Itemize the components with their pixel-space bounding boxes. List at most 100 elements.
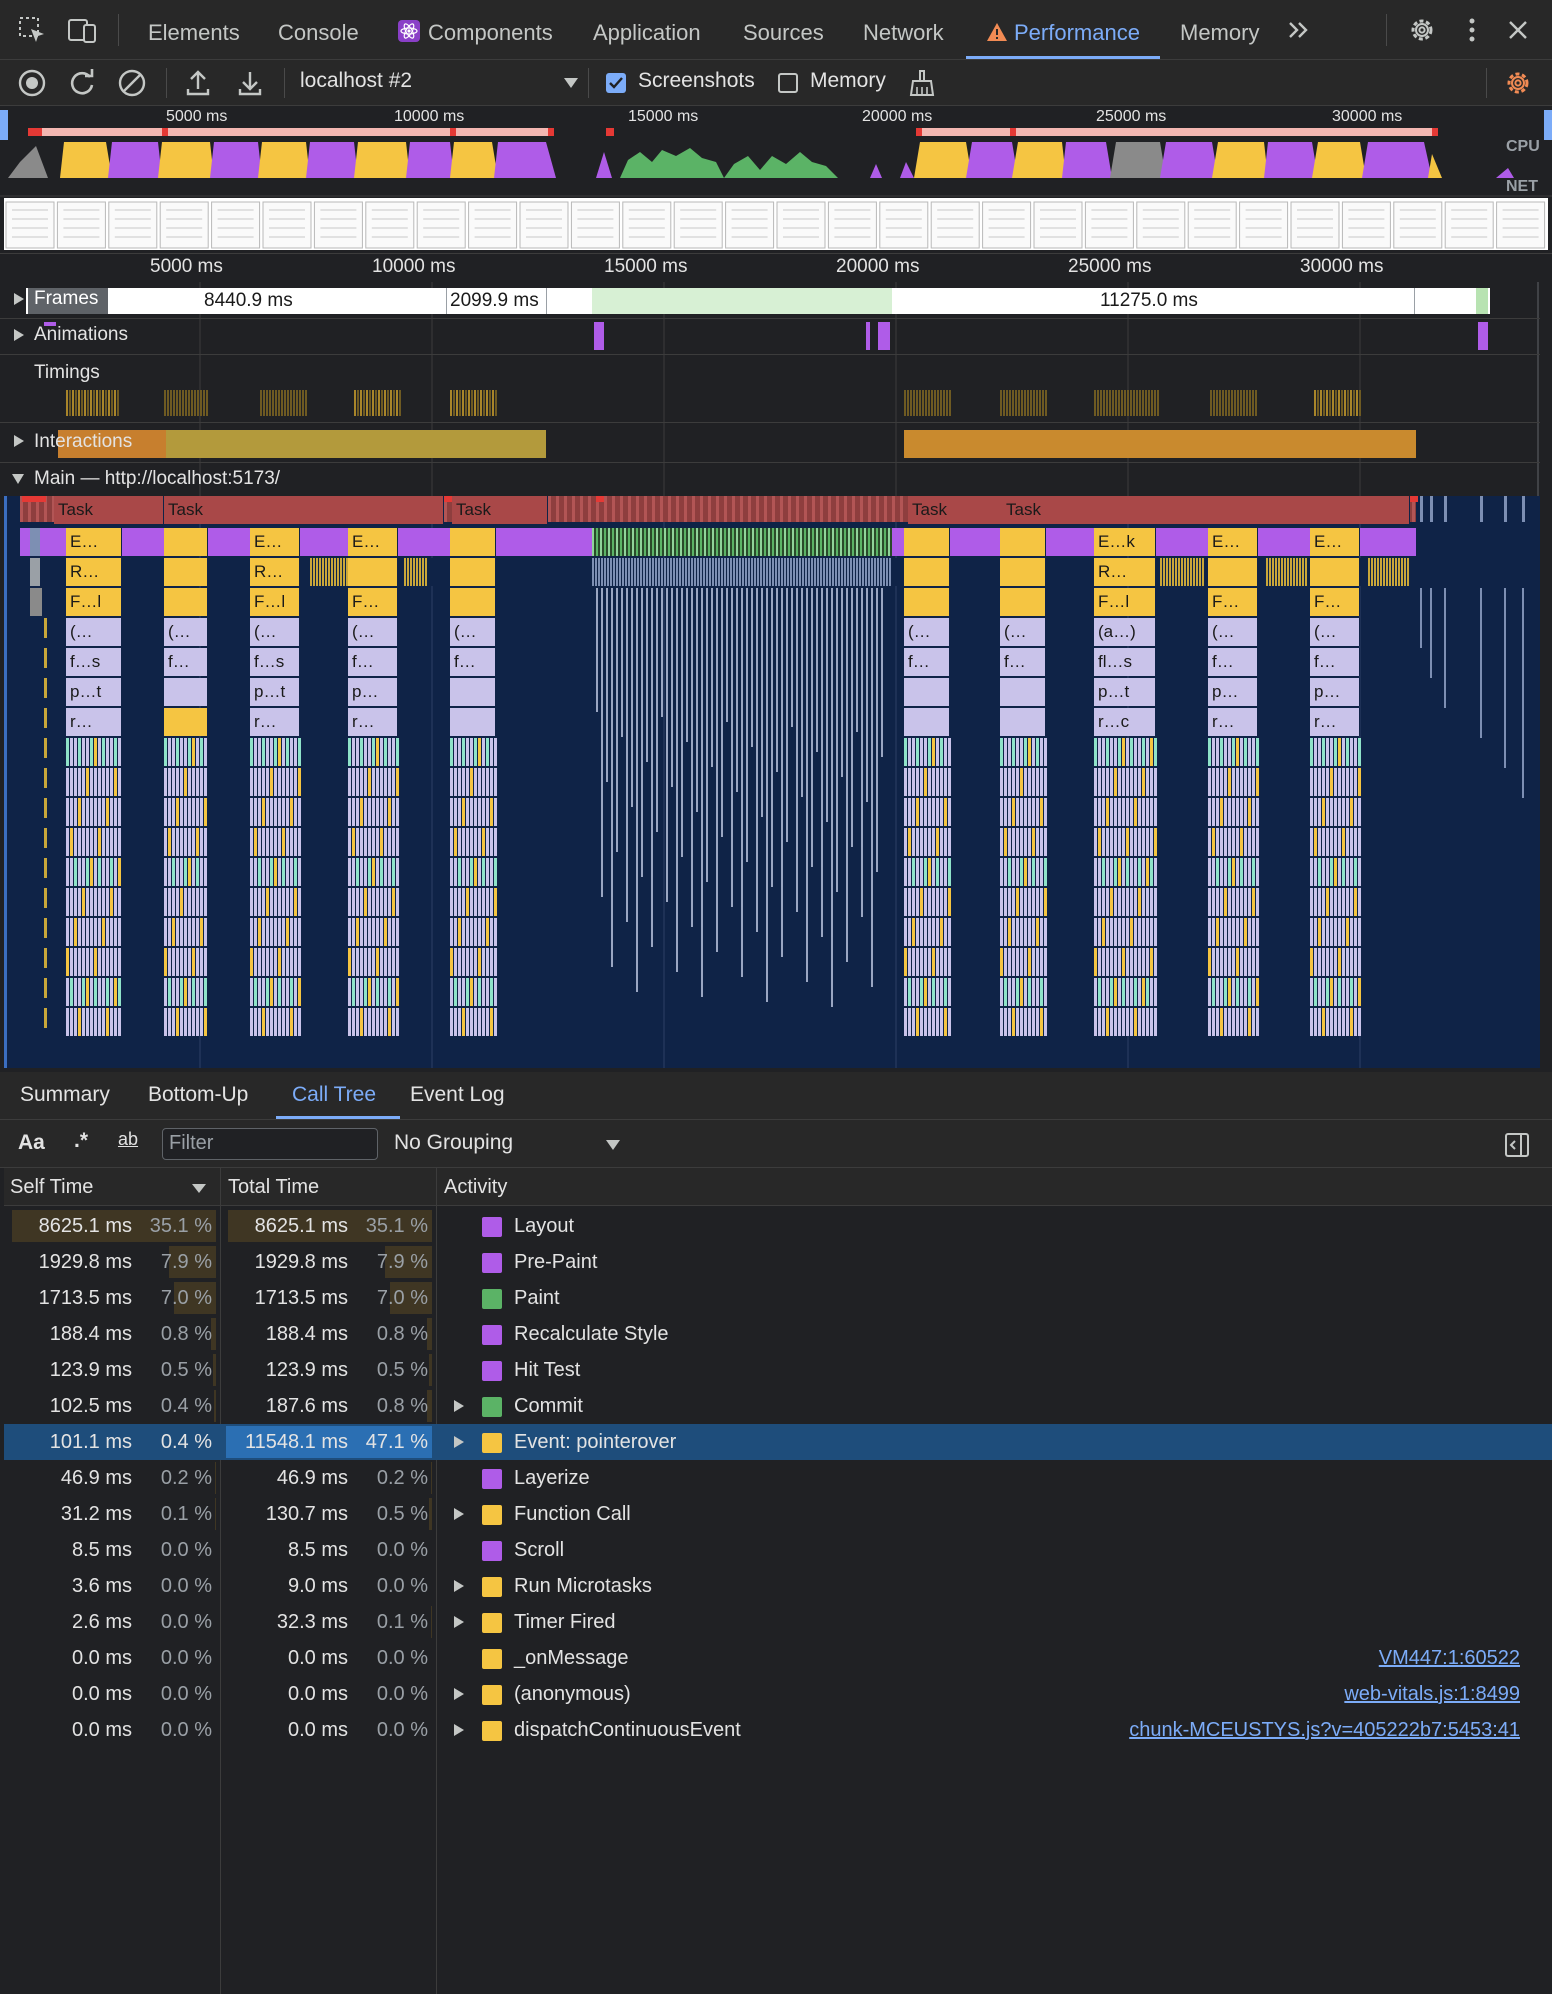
event-block[interactable]: E…	[250, 528, 300, 556]
source-link[interactable]: chunk-MCEUSTYS.js?v=405222b7:5453:41	[1129, 1712, 1520, 1748]
function-block[interactable]: r…	[1310, 708, 1360, 736]
clear-icon[interactable]	[116, 67, 148, 99]
event-block[interactable]: E…k	[1094, 528, 1156, 556]
expand-row-icon[interactable]	[454, 1436, 464, 1448]
expand-frames-icon[interactable]	[14, 293, 24, 305]
task-block[interactable]: Task	[54, 496, 164, 524]
function-block[interactable]: r…	[1208, 708, 1258, 736]
event-block[interactable]: E…	[1310, 528, 1360, 556]
function-block[interactable]: p…t	[250, 678, 300, 706]
table-row[interactable]: 1929.8 ms 7.9 % 1929.8 ms 7.9 % Pre-Pain…	[4, 1244, 1552, 1280]
frames-track[interactable]: Frames 8440.9 ms 2099.9 ms 11275.0 ms	[0, 282, 1540, 318]
activity-header[interactable]: Activity	[444, 1168, 507, 1206]
timeline-overview[interactable]: 5000 ms 10000 ms 15000 ms 20000 ms 25000…	[0, 106, 1552, 254]
grouping-select[interactable]: No Grouping	[394, 1131, 513, 1155]
capture-settings-gear-icon[interactable]	[1502, 67, 1534, 99]
event-block[interactable]	[164, 588, 208, 616]
screenshots-checkbox[interactable]	[606, 73, 626, 93]
event-block[interactable]: R…	[250, 558, 300, 586]
function-block[interactable]: r…	[66, 708, 122, 736]
function-block[interactable]: p…	[348, 678, 398, 706]
table-row[interactable]: 3.6 ms 0.0 % 9.0 ms 0.0 % Run Microtasks	[4, 1568, 1552, 1604]
table-row[interactable]: 0.0 ms 0.0 % 0.0 ms 0.0 % (anonymous) we…	[4, 1676, 1552, 1712]
toggle-sidebar-icon[interactable]	[1504, 1132, 1530, 1158]
function-block[interactable]: f…	[904, 648, 950, 676]
function-block[interactable]: (a…)	[1094, 618, 1156, 646]
tab-sources[interactable]: Sources	[743, 0, 824, 60]
table-row[interactable]: 188.4 ms 0.8 % 188.4 ms 0.8 % Recalculat…	[4, 1316, 1552, 1352]
table-row[interactable]: 0.0 ms 0.0 % 0.0 ms 0.0 % dispatchContin…	[4, 1712, 1552, 1748]
whole-word-button[interactable]: ab	[118, 1129, 138, 1150]
expand-row-icon[interactable]	[454, 1400, 464, 1412]
source-link[interactable]: web-vitals.js:1:8499	[1344, 1676, 1520, 1712]
interaction-bar[interactable]	[166, 430, 546, 458]
call-tree-table[interactable]: Self Time Total Time Activity 8625.1 ms …	[4, 1168, 1552, 1994]
tab-console[interactable]: Console	[278, 0, 359, 60]
function-block[interactable]: r…	[348, 708, 398, 736]
table-row[interactable]: 1713.5 ms 7.0 % 1713.5 ms 7.0 % Paint	[4, 1280, 1552, 1316]
table-row[interactable]: 123.9 ms 0.5 % 123.9 ms 0.5 % Hit Test	[4, 1352, 1552, 1388]
expand-row-icon[interactable]	[454, 1616, 464, 1628]
event-block[interactable]	[904, 528, 950, 556]
function-block[interactable]: f…	[164, 648, 208, 676]
event-block[interactable]: F…	[1310, 588, 1360, 616]
task-block[interactable]: Task	[164, 496, 444, 524]
table-row[interactable]: 8.5 ms 0.0 % 8.5 ms 0.0 % Scroll	[4, 1532, 1552, 1568]
event-block[interactable]	[450, 528, 496, 556]
event-block[interactable]	[1000, 558, 1046, 586]
timings-track[interactable]: Timings	[0, 354, 1540, 422]
function-block[interactable]: fl…s	[1094, 648, 1156, 676]
event-block[interactable]	[1000, 588, 1046, 616]
table-row[interactable]: 2.6 ms 0.0 % 32.3 ms 0.1 % Timer Fired	[4, 1604, 1552, 1640]
regex-button[interactable]: .*	[74, 1129, 88, 1153]
main-thread-track-header[interactable]: Main — http://localhost:5173/	[0, 462, 1540, 496]
event-block[interactable]	[348, 558, 398, 586]
function-block[interactable]: p…	[1310, 678, 1360, 706]
event-block[interactable]	[1000, 528, 1046, 556]
tab-event-log[interactable]: Event Log	[410, 1072, 505, 1120]
event-block[interactable]: E…	[348, 528, 398, 556]
function-block[interactable]: (…	[450, 618, 496, 646]
upload-icon[interactable]	[182, 67, 214, 99]
function-block[interactable]: f…	[1310, 648, 1360, 676]
task-block[interactable]: Task	[1002, 496, 1410, 524]
tab-elements[interactable]: Elements	[148, 0, 240, 60]
expand-interactions-icon[interactable]	[14, 435, 24, 447]
interaction-bar[interactable]	[904, 430, 1416, 458]
close-icon[interactable]	[1502, 14, 1534, 46]
function-block[interactable]: f…	[1208, 648, 1258, 676]
function-block[interactable]: (…	[1208, 618, 1258, 646]
collapse-main-icon[interactable]	[12, 474, 24, 484]
total-time-header[interactable]: Total Time	[228, 1168, 319, 1206]
tab-memory[interactable]: Memory	[1180, 0, 1259, 60]
tab-summary[interactable]: Summary	[20, 1072, 110, 1120]
table-row[interactable]: 8625.1 ms 35.1 % 8625.1 ms 35.1 % Layout	[4, 1208, 1552, 1244]
event-block[interactable]	[164, 528, 208, 556]
expand-row-icon[interactable]	[454, 1508, 464, 1520]
function-block[interactable]: p…	[1208, 678, 1258, 706]
animations-track[interactable]: Animations	[0, 318, 1540, 354]
sort-descending-icon[interactable]	[192, 1184, 206, 1193]
function-block[interactable]: r…c	[1094, 708, 1156, 736]
interactions-track[interactable]: Interactions	[0, 422, 1540, 462]
event-block[interactable]: F…	[1208, 588, 1258, 616]
garbage-collect-broom-icon[interactable]	[908, 69, 936, 97]
function-block[interactable]: f…	[348, 648, 398, 676]
function-block[interactable]	[450, 678, 496, 706]
tab-bottom-up[interactable]: Bottom-Up	[148, 1072, 248, 1120]
event-block[interactable]	[450, 558, 496, 586]
event-block[interactable]	[164, 558, 208, 586]
tab-application[interactable]: Application	[593, 0, 701, 60]
tab-call-tree[interactable]: Call Tree	[292, 1072, 376, 1120]
event-block[interactable]: R…	[1094, 558, 1156, 586]
expand-row-icon[interactable]	[454, 1688, 464, 1700]
expand-row-icon[interactable]	[454, 1580, 464, 1592]
main-thread-flame-chart[interactable]: Task Task Task Task Task E… R… F…l (… f…s p…t r… (… f…	[4, 496, 1540, 1068]
device-toolbar-icon[interactable]	[66, 14, 98, 46]
event-block[interactable]	[904, 588, 950, 616]
function-block[interactable]: f…	[1000, 648, 1046, 676]
dropdown-arrow-icon[interactable]	[564, 78, 578, 88]
tab-network[interactable]: Network	[863, 0, 944, 60]
tab-performance[interactable]: Performance	[1014, 0, 1140, 60]
tab-components[interactable]: Components	[428, 0, 553, 60]
